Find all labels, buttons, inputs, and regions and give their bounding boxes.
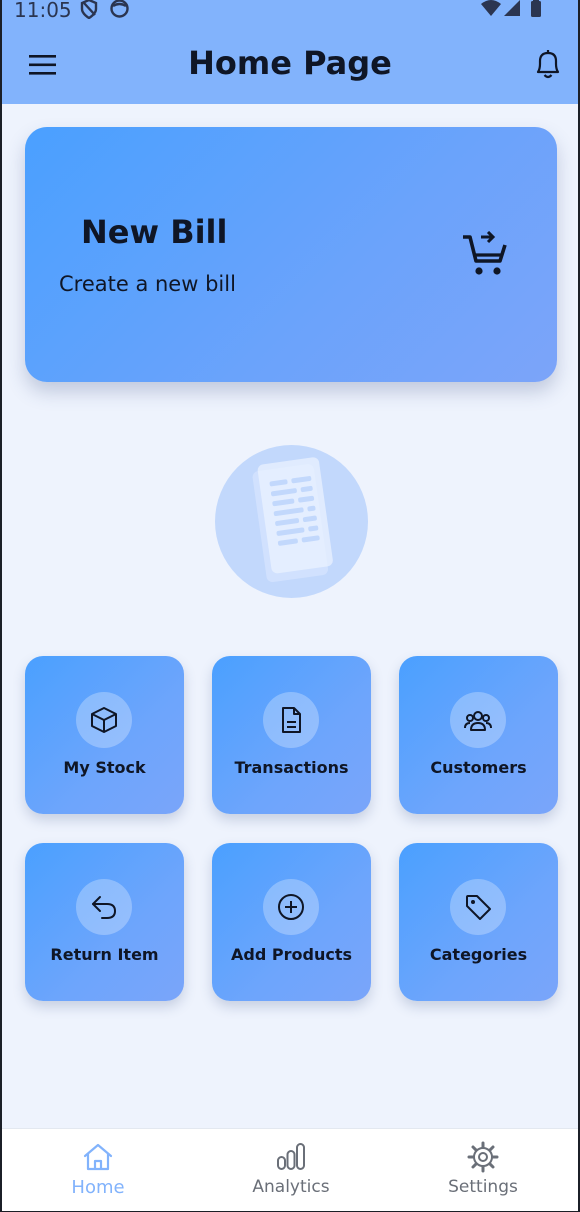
nav-label-home: Home xyxy=(71,1177,125,1198)
plus-circle-icon xyxy=(278,894,304,920)
tile-return-item[interactable]: Return Item xyxy=(25,843,184,1001)
battery-status-icon xyxy=(531,0,541,17)
device-frame-left xyxy=(0,0,2,1212)
status-time: 11:05 xyxy=(14,0,72,22)
tile-categories[interactable]: Categories xyxy=(399,843,558,1001)
tile-label: Categories xyxy=(429,945,528,964)
return-arrow-icon xyxy=(92,896,117,919)
tile-label: Add Products xyxy=(231,945,352,964)
tile-transactions[interactable]: Transactions xyxy=(212,656,371,814)
document-icon xyxy=(282,707,301,733)
tile-label: My Stock xyxy=(63,758,146,777)
new-bill-card[interactable]: New Bill Create a new bill xyxy=(25,127,557,382)
tile-label: Customers xyxy=(430,758,527,777)
receipt-icon xyxy=(252,457,333,583)
signal-status-icon xyxy=(504,0,520,16)
gear-icon xyxy=(467,1141,499,1173)
nav-item-analytics[interactable]: Analytics xyxy=(211,1129,371,1211)
receipt-illustration xyxy=(215,445,368,598)
nav-label-settings: Settings xyxy=(448,1177,518,1197)
new-bill-subtitle: Create a new bill xyxy=(59,272,236,296)
bottom-navigation: Home Analytics Settings xyxy=(2,1128,578,1211)
bell-icon[interactable] xyxy=(532,48,564,82)
tile-label: Return Item xyxy=(50,945,159,964)
add-to-cart-icon xyxy=(463,231,507,275)
box-icon xyxy=(91,707,117,733)
nav-item-settings[interactable]: Settings xyxy=(403,1129,563,1211)
shield-status-icon xyxy=(80,0,98,19)
tile-my-stock[interactable]: My Stock xyxy=(25,656,184,814)
tile-add-products[interactable]: Add Products xyxy=(212,843,371,1001)
app-bar: 11:05 Home Page xyxy=(2,0,578,104)
tile-customers[interactable]: Customers xyxy=(399,656,558,814)
page-title: Home Page xyxy=(188,44,392,82)
wifi-status-icon xyxy=(481,0,501,16)
bar-chart-icon xyxy=(277,1143,305,1170)
home-icon xyxy=(83,1143,113,1171)
tag-icon xyxy=(466,895,491,920)
nav-label-analytics: Analytics xyxy=(252,1177,330,1197)
face-status-icon xyxy=(110,0,129,18)
tile-label: Transactions xyxy=(234,758,349,777)
users-icon xyxy=(464,711,492,731)
new-bill-title: New Bill xyxy=(81,213,228,251)
nav-item-home[interactable]: Home xyxy=(18,1129,178,1211)
